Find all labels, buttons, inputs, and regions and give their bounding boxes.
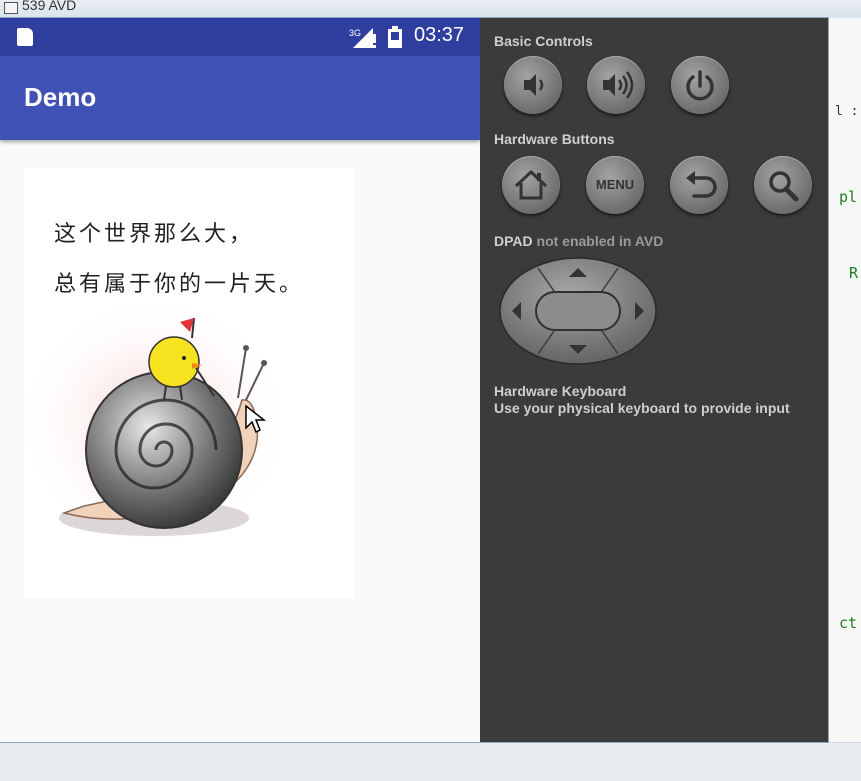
avd-window-icon (4, 2, 18, 14)
host-taskbar (0, 742, 861, 781)
volume-down-icon (524, 74, 544, 96)
host-window-title: 539 AVD (22, 0, 77, 13)
battery-icon (388, 26, 402, 48)
home-icon (514, 170, 548, 200)
sd-card-icon (17, 28, 33, 46)
hardware-keyboard-hint: Use your physical keyboard to provide in… (494, 400, 790, 416)
power-button[interactable] (671, 56, 729, 114)
signal-icon: 3G (349, 28, 376, 48)
volume-up-icon (603, 71, 634, 99)
menu-button-label: MENU (595, 177, 635, 192)
status-bar: 3G 03:37 (0, 18, 480, 56)
dpad-disabled-note: not enabled in AVD (536, 233, 664, 249)
hardware-buttons-label: Hardware Buttons (494, 131, 615, 147)
emulator-window: 3G 03:37 Demo 这个世界那么大， 总有属于你的一片天。 Basic … (0, 18, 828, 742)
device-screen[interactable]: 3G 03:37 Demo 这个世界那么大， 总有属于你的一片天。 (0, 18, 480, 742)
status-clock: 03:37 (414, 24, 465, 46)
search-icon (769, 171, 799, 202)
code-fragment: l : (835, 104, 859, 119)
dpad-label: DPAD not enabled in AVD (494, 233, 663, 249)
snail-drawing (24, 293, 294, 553)
hardware-keyboard-title: Hardware Keyboard (494, 383, 627, 399)
dpad-title: DPAD (494, 233, 533, 249)
app-bar: Demo (0, 56, 480, 140)
dpad-control[interactable] (498, 256, 658, 366)
menu-button[interactable]: MENU (586, 156, 644, 214)
volume-down-button[interactable] (504, 56, 562, 114)
ide-editor-strip: l : pl R ct (828, 18, 861, 742)
code-fragment: pl (839, 188, 858, 206)
power-icon (686, 70, 714, 101)
app-title: Demo (24, 82, 97, 112)
host-titlebar: 539 AVD (0, 0, 861, 19)
mouse-cursor-icon (245, 404, 266, 434)
network-type-label: 3G (349, 28, 361, 38)
back-button[interactable] (670, 156, 728, 214)
emulator-controls-panel: Basic Controls Hardware Buttons MENU DPA… (480, 18, 828, 742)
basic-controls-label: Basic Controls (494, 33, 593, 49)
snail-illustration: 这个世界那么大， 总有属于你的一片天。 (24, 168, 354, 598)
code-fragment: R (849, 264, 859, 282)
volume-up-button[interactable] (587, 56, 645, 114)
code-fragment: ct (839, 614, 858, 632)
back-icon (686, 171, 717, 198)
search-button[interactable] (754, 156, 812, 214)
home-button[interactable] (502, 156, 560, 214)
